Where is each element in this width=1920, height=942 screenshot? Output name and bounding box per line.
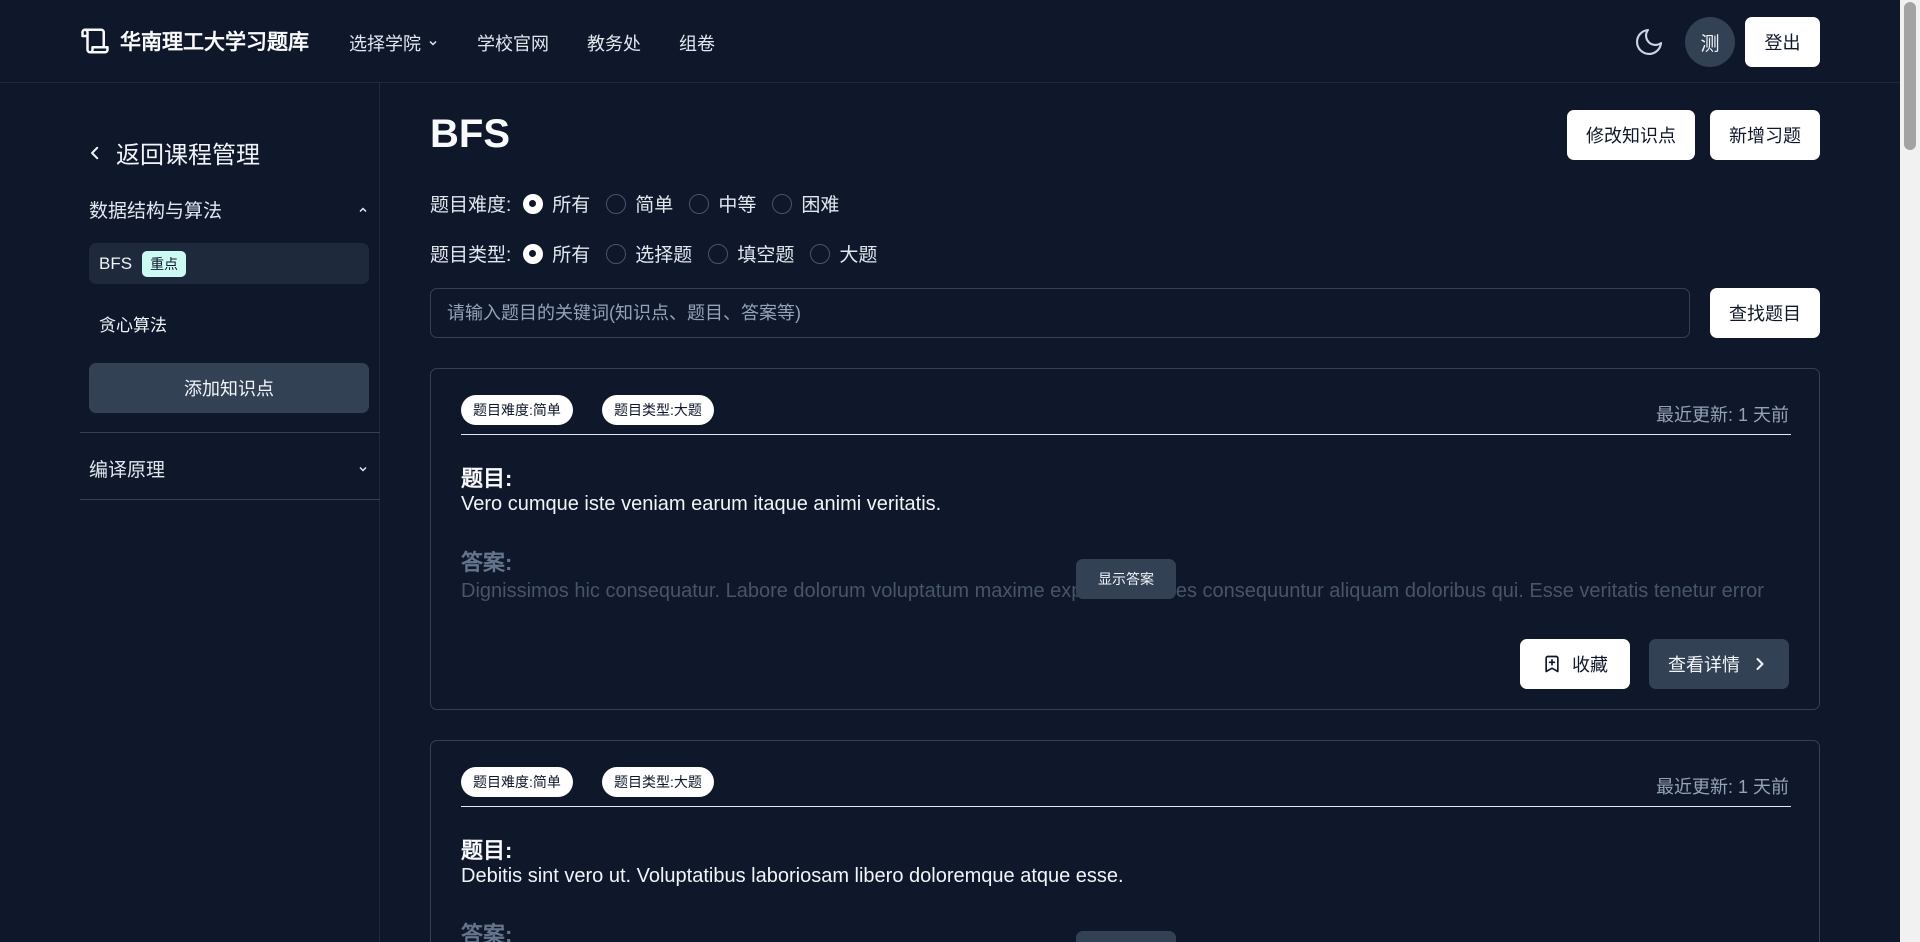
radio-label: 选择题 (635, 245, 693, 266)
nav-compose-paper[interactable]: 组卷 (679, 30, 715, 56)
card-divider (461, 434, 1791, 435)
difficulty-tag: 题目难度:简单 (461, 395, 573, 425)
nav-label: 学校官网 (477, 34, 549, 54)
show-answer-button[interactable]: 显示答案 (1076, 559, 1176, 599)
radio-button[interactable] (606, 193, 627, 214)
chevron-down-icon (359, 466, 367, 472)
add-knowledge-point-button[interactable]: 添加知识点 (89, 363, 369, 413)
sidebar-group-compilers[interactable]: 编译原理 (89, 455, 369, 482)
type-tag: 题目类型:大题 (602, 395, 714, 425)
question-card: 题目难度:简单 题目类型:大题 最近更新: 1 天前 题目: Debitis s… (430, 740, 1820, 942)
chevron-right-icon (1756, 658, 1764, 670)
new-question-button[interactable]: 新增习题 (1710, 110, 1820, 160)
nav-select-college[interactable]: 选择学院 (349, 30, 439, 56)
type-tag: 题目类型:大题 (602, 767, 714, 797)
radio-button[interactable] (523, 193, 544, 214)
answer-label: 答案: (461, 550, 513, 575)
radio-difficulty-medium[interactable]: 中等 (689, 190, 756, 217)
updated-time: 最近更新: 1 天前 (1655, 405, 1789, 425)
radio-button[interactable] (708, 243, 729, 264)
radio-label: 所有 (552, 195, 591, 216)
radio-button[interactable] (689, 193, 710, 214)
sidebar-item-greedy[interactable]: 贪心算法 (89, 303, 369, 344)
question-label: 题目: (461, 466, 513, 491)
question-text: Vero cumque iste veniam earum itaque ani… (461, 493, 942, 515)
radio-label: 大题 (839, 245, 878, 266)
brand-title: 华南理工大学习题库 (120, 31, 309, 54)
show-answer-button[interactable] (1076, 931, 1176, 942)
updated-time: 最近更新: 1 天前 (1655, 777, 1789, 797)
group-title: 编译原理 (89, 460, 166, 481)
card-divider (461, 806, 1791, 807)
radio-difficulty-hard[interactable]: 困难 (772, 190, 839, 217)
bookmark-plus-icon (1545, 655, 1559, 673)
book-scroll-icon (81, 28, 109, 54)
nav-label: 组卷 (679, 34, 715, 54)
group-title: 数据结构与算法 (89, 201, 223, 222)
radio-label: 困难 (801, 195, 840, 216)
radio-label: 填空题 (737, 245, 795, 266)
search-button[interactable]: 查找题目 (1710, 288, 1820, 338)
nav-school-site[interactable]: 学校官网 (477, 30, 549, 56)
detail-label: 查看详情 (1668, 655, 1740, 675)
answer-label: 答案: (461, 922, 513, 942)
sidebar-divider (80, 499, 380, 500)
chevron-up-icon (359, 206, 367, 212)
radio-button[interactable] (810, 243, 831, 264)
nav-label: 选择学院 (349, 34, 421, 54)
back-to-course-management[interactable]: 返回课程管理 (86, 135, 260, 170)
question-label: 题目: (461, 838, 513, 863)
logout-button[interactable]: 登出 (1745, 17, 1820, 67)
sidebar-group-data-structures[interactable]: 数据结构与算法 (89, 196, 369, 223)
radio-label: 所有 (552, 245, 591, 266)
moon-icon[interactable] (1633, 26, 1665, 58)
question-text: Debitis sint vero ut. Voluptatibus labor… (461, 865, 1124, 887)
chevron-down-icon (429, 40, 437, 46)
back-label: 返回课程管理 (116, 142, 260, 169)
page-scrollbar[interactable] (1900, 0, 1920, 942)
brand[interactable]: 华南理工大学习题库 (80, 26, 309, 56)
main-nav: 选择学院 学校官网 教务处 组卷 (349, 30, 715, 56)
page-title: BFS (430, 112, 510, 156)
radio-type-choice[interactable]: 选择题 (606, 240, 692, 267)
sidebar-item-label: BFS (99, 253, 133, 273)
type-filter: 题目类型: 所有 选择题 填空题 大题 (430, 240, 893, 267)
sidebar: 返回课程管理 数据结构与算法 BFS 重点 贪心算法 添加知识点 编译原理 (0, 83, 380, 942)
radio-button[interactable] (606, 243, 627, 264)
sidebar-item-bfs[interactable]: BFS 重点 (89, 243, 369, 284)
sidebar-item-label: 贪心算法 (99, 316, 167, 335)
view-details-button[interactable]: 查看详情 (1649, 639, 1789, 689)
nav-academic-affairs[interactable]: 教务处 (587, 30, 641, 56)
radio-type-fill[interactable]: 填空题 (708, 240, 794, 267)
radio-type-all[interactable]: 所有 (523, 240, 590, 267)
top-header: 华南理工大学习题库 选择学院 学校官网 教务处 组卷 测 登出 (0, 0, 1900, 83)
radio-difficulty-easy[interactable]: 简单 (606, 190, 673, 217)
filter-label: 题目难度: (430, 195, 512, 216)
radio-button[interactable] (523, 243, 544, 264)
filter-label: 题目类型: (430, 245, 512, 266)
edit-knowledge-point-button[interactable]: 修改知识点 (1567, 110, 1695, 160)
sidebar-divider (80, 432, 380, 433)
radio-difficulty-all[interactable]: 所有 (523, 190, 590, 217)
difficulty-tag: 题目难度:简单 (461, 767, 573, 797)
key-point-badge: 重点 (142, 250, 187, 277)
radio-type-essay[interactable]: 大题 (810, 240, 877, 267)
radio-label: 简单 (635, 195, 674, 216)
radio-button[interactable] (772, 193, 793, 214)
favorite-button[interactable]: 收藏 (1520, 639, 1630, 689)
radio-label: 中等 (718, 195, 757, 216)
question-card: 题目难度:简单 题目类型:大题 最近更新: 1 天前 题目: Vero cumq… (430, 368, 1820, 710)
search-input[interactable] (430, 288, 1690, 338)
favorite-label: 收藏 (1572, 655, 1608, 675)
avatar[interactable]: 测 (1685, 17, 1735, 67)
scrollbar-thumb[interactable] (1904, 2, 1916, 150)
difficulty-filter: 题目难度: 所有 简单 中等 困难 (430, 190, 855, 217)
chevron-left-icon (91, 146, 99, 159)
nav-label: 教务处 (587, 34, 641, 54)
